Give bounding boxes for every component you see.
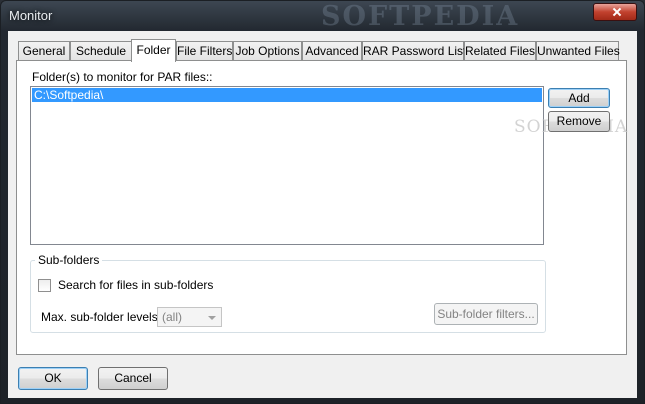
remove-button[interactable]: Remove xyxy=(548,111,610,132)
cancel-button[interactable]: Cancel xyxy=(98,367,168,390)
softpedia-watermark: SOFTPEDIA xyxy=(321,1,520,32)
subfolders-group-title: Sub-folders xyxy=(35,253,103,267)
tab-file-filters[interactable]: File Filters xyxy=(176,41,233,60)
tab-related-files[interactable]: Related Files xyxy=(464,41,536,60)
tab-general[interactable]: General xyxy=(18,41,70,60)
tab-job-options[interactable]: Job Options xyxy=(233,41,302,60)
list-item[interactable]: C:\Softpedia\ xyxy=(32,88,542,102)
ok-button[interactable]: OK xyxy=(18,367,88,390)
tab-rar-password-list[interactable]: RAR Password List xyxy=(362,41,466,60)
max-levels-dropdown[interactable]: (all) xyxy=(157,307,222,327)
monitor-window: Monitor SOFTPEDIA General Schedule Folde… xyxy=(0,0,645,404)
window-title: Monitor xyxy=(9,8,53,23)
folder-tab-panel: Folder(s) to monitor for PAR files:: C:\… xyxy=(16,60,627,355)
add-button[interactable]: Add xyxy=(548,88,610,108)
tab-folder[interactable]: Folder xyxy=(131,39,176,62)
dialog-client-area: General Schedule Folder File Filters Job… xyxy=(8,31,637,398)
title-bar[interactable]: Monitor SOFTPEDIA xyxy=(1,1,644,32)
chevron-down-icon xyxy=(208,316,216,320)
folder-list[interactable]: C:\Softpedia\ xyxy=(30,86,544,245)
tab-schedule[interactable]: Schedule xyxy=(70,41,132,60)
max-levels-value: (all) xyxy=(162,310,182,324)
subfolder-filters-button[interactable]: Sub-folder filters... xyxy=(434,303,538,325)
tab-unwanted-files[interactable]: Unwanted Files xyxy=(536,41,620,60)
close-button[interactable] xyxy=(593,3,637,21)
max-levels-label: Max. sub-folder levels: xyxy=(41,310,162,324)
folder-list-label: Folder(s) to monitor for PAR files:: xyxy=(32,70,213,84)
search-subfolders-label[interactable]: Search for files in sub-folders xyxy=(58,278,213,292)
subfolders-group: Sub-folders Search for files in sub-fold… xyxy=(30,253,546,333)
search-subfolders-checkbox[interactable] xyxy=(38,279,51,292)
tab-advanced[interactable]: Advanced xyxy=(302,41,362,60)
